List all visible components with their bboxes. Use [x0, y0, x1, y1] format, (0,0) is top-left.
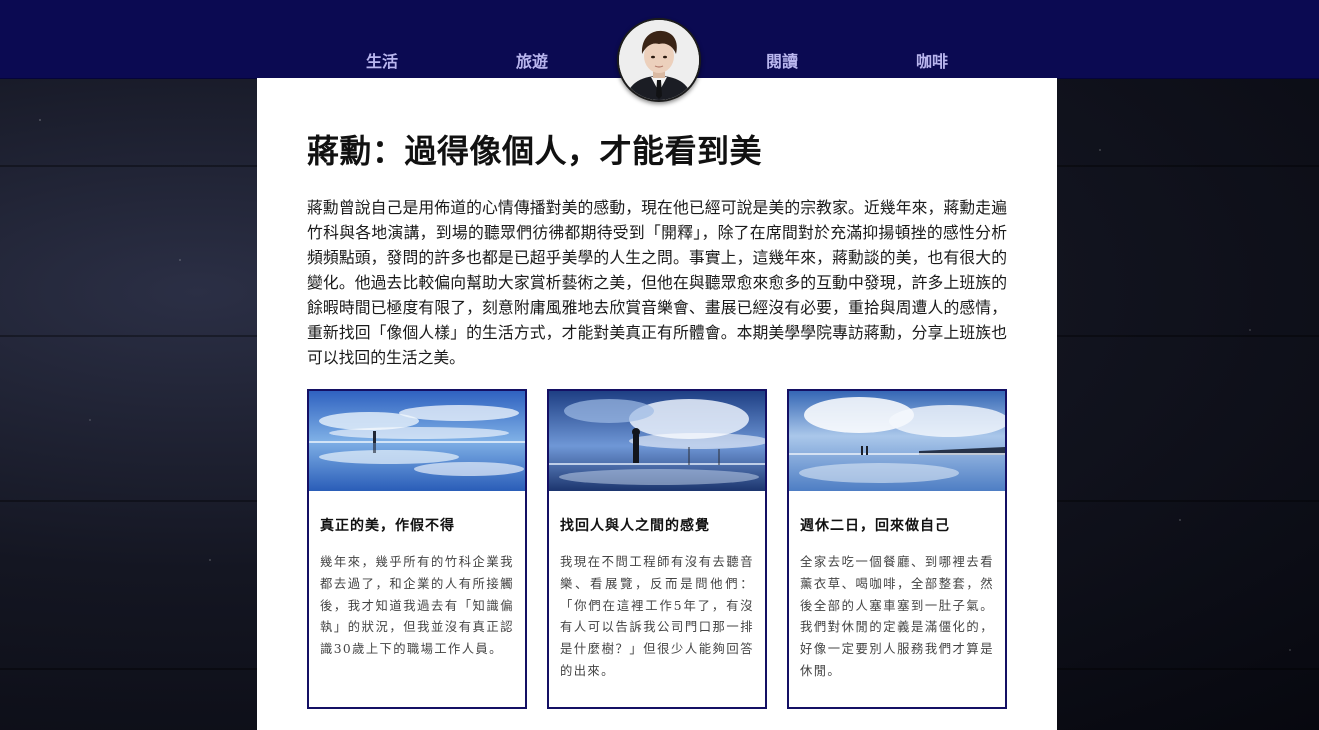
card-body: 幾年來，幾乎所有的竹科企業我都去過了，和企業的人有所接觸後，我才知道我過去有「知… — [320, 555, 514, 657]
nav-item-coffee[interactable]: 咖啡 — [887, 48, 977, 72]
card-title: 真正的美，作假不得 — [320, 518, 455, 534]
salt-flat-photo — [789, 391, 1005, 491]
salt-flat-photo — [549, 391, 765, 491]
article-card[interactable]: 週休二日，回來做自己 全家去吃一個餐廳、到哪裡去看薰衣草、喝咖啡，全部整套，然後… — [787, 389, 1007, 709]
card-title: 找回人與人之間的感覺 — [560, 518, 710, 534]
nav-item-travel[interactable]: 旅遊 — [487, 48, 577, 72]
avatar-portrait — [619, 20, 699, 100]
article-container: 蔣勳：過得像個人，才能看到美 蔣勳曾說自己是用佈道的心情傳播對美的感動，現在他已… — [257, 78, 1057, 730]
article-title: 蔣勳：過得像個人，才能看到美 — [307, 132, 763, 170]
article-card[interactable]: 真正的美，作假不得 幾年來，幾乎所有的竹科企業我都去過了，和企業的人有所接觸後，… — [307, 389, 527, 709]
salt-flat-photo — [309, 391, 525, 491]
card-body: 我現在不問工程師有沒有去聽音樂、看展覽，反而是問他們：「你們在這裡工作5年了，有… — [560, 555, 754, 678]
card-title: 週休二日，回來做自己 — [800, 518, 950, 534]
article-card[interactable]: 找回人與人之間的感覺 我現在不問工程師有沒有去聽音樂、看展覽，反而是問他們：「你… — [547, 389, 767, 709]
article-intro: 蔣勳曾說自己是用佈道的心情傳播對美的感動，現在他已經可說是美的宗教家。近幾年來，… — [307, 198, 1007, 367]
nav-item-life[interactable]: 生活 — [337, 48, 427, 72]
avatar[interactable] — [617, 18, 701, 102]
card-body: 全家去吃一個餐廳、到哪裡去看薰衣草、喝咖啡，全部整套，然後全部的人塞車塞到一肚子… — [800, 555, 994, 678]
nav-item-reading[interactable]: 閱讀 — [737, 48, 827, 72]
